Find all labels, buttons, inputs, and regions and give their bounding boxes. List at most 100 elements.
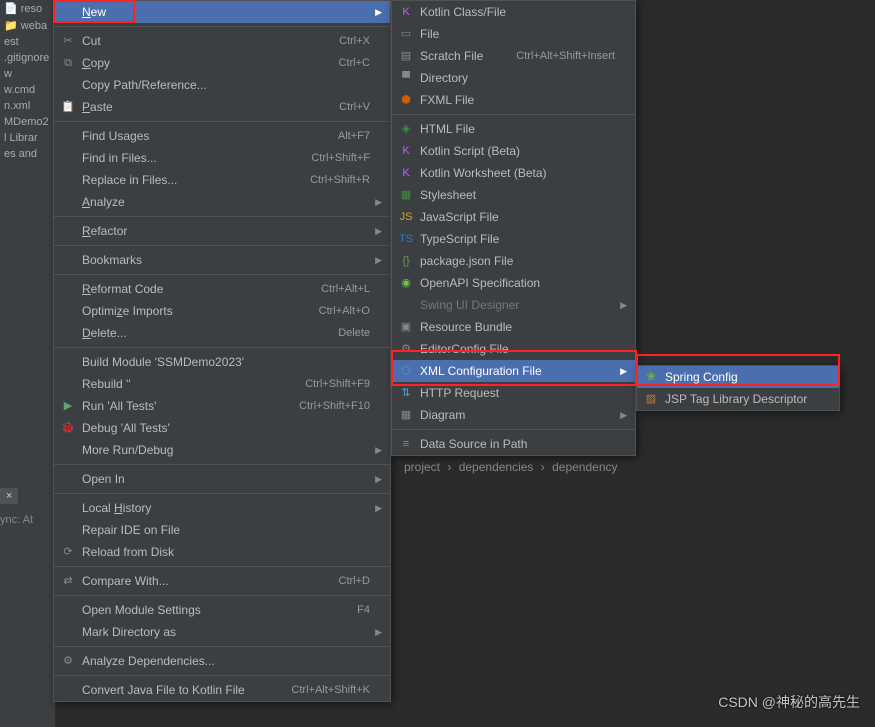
menu-item-label: Reload from Disk (82, 545, 174, 559)
sidebar-item[interactable]: MDemo2 (0, 114, 55, 130)
menu-item-local-history[interactable]: Local History ▶ (54, 497, 390, 519)
spring-icon: ❀ (643, 369, 659, 385)
shortcut-label: Ctrl+Shift+F9 (305, 373, 370, 395)
menu-item-fxml-file[interactable]: ⬢FXML File (392, 89, 635, 111)
menu-item-open-module-settings[interactable]: Open Module Settings F4 (54, 599, 390, 621)
menu-item-diagram[interactable]: ▦Diagram▶ (392, 404, 635, 426)
menu-item-refactor[interactable]: Refactor▶ (54, 220, 390, 242)
menu-separator (54, 566, 390, 567)
html-icon: ◈ (398, 121, 414, 137)
menu-item-mark-directory-as[interactable]: Mark Directory as▶ (54, 621, 390, 643)
menu-item-kotlin-script-beta[interactable]: KKotlin Script (Beta) (392, 140, 635, 162)
shortcut-label: Ctrl+Shift+F10 (299, 395, 370, 417)
menu-item-data-source-in-path[interactable]: ≡Data Source in Path (392, 433, 635, 455)
menu-item-label: FXML File (420, 93, 474, 107)
menu-item-new[interactable]: New▶ (54, 1, 390, 23)
menu-item-label: Directory (420, 71, 468, 85)
sidebar-item[interactable]: n.xml (0, 98, 55, 114)
menu-item-cut[interactable]: ✂CutCtrl+X (54, 30, 390, 52)
menu-item-label: Cut (82, 34, 101, 48)
submenu-arrow-icon: ▶ (375, 497, 382, 519)
menu-item-rebuild-default[interactable]: Rebuild ''Ctrl+Shift+F9 (54, 373, 390, 395)
shortcut-label: Ctrl+V (339, 96, 370, 118)
menu-item-label: Diagram (420, 408, 465, 422)
menu-item-stylesheet[interactable]: ▦Stylesheet (392, 184, 635, 206)
menu-item-reload-from-disk[interactable]: ⟳Reload from Disk (54, 541, 390, 563)
menu-item-javascript-file[interactable]: JSJavaScript File (392, 206, 635, 228)
sidebar-item[interactable]: .gitignore (0, 50, 55, 66)
menu-item-optimize-imports[interactable]: Optimize ImportsCtrl+Alt+O (54, 300, 390, 322)
menu-item-replace-in-files[interactable]: Replace in Files...Ctrl+Shift+R (54, 169, 390, 191)
menu-separator (392, 429, 635, 430)
menu-item-reformat-code[interactable]: Reformat CodeCtrl+Alt+L (54, 278, 390, 300)
menu-item-find-in-files[interactable]: Find in Files...Ctrl+Shift+F (54, 147, 390, 169)
menu-item-kotlin-class-file[interactable]: KKotlin Class/File (392, 1, 635, 23)
menu-item-xml-configuration-file[interactable]: ⬡XML Configuration File▶ (392, 360, 635, 382)
menu-item-label: Analyze Dependencies... (82, 654, 215, 668)
menu-item-label: EditorConfig File (420, 342, 509, 356)
menu-item-swing-ui-designer: Swing UI Designer▶ (392, 294, 635, 316)
menu-item-spring-config[interactable]: ❀ Spring Config (637, 366, 839, 388)
menu-item-label: Swing UI Designer (420, 298, 519, 312)
menu-item-delete[interactable]: Delete...Delete (54, 322, 390, 344)
shortcut-label: Ctrl+Alt+L (321, 278, 370, 300)
shortcut-label: Ctrl+Alt+Shift+Insert (516, 45, 615, 67)
compare-icon: ⇄ (60, 573, 76, 589)
menu-item-jsp-tag-library-descriptor[interactable]: ▧JSP Tag Library Descriptor (637, 388, 839, 410)
menu-item-directory[interactable]: ▀Directory (392, 67, 635, 89)
breadcrumb[interactable]: project › dependencies › dependency (400, 460, 622, 474)
menu-item-label: Bookmarks (82, 253, 142, 267)
menu-separator (54, 493, 390, 494)
menu-item-convert-java-file-to-kotlin-file[interactable]: Convert Java File to Kotlin FileCtrl+Alt… (54, 679, 390, 701)
menu-item-label: Local History (82, 501, 151, 515)
menu-item-package-json-file[interactable]: {}package.json File (392, 250, 635, 272)
sidebar-item[interactable]: es and (0, 146, 55, 162)
menu-item-run-all-tests[interactable]: ▶Run 'All Tests'Ctrl+Shift+F10 (54, 395, 390, 417)
shortcut-label: F4 (357, 599, 370, 621)
sidebar-item[interactable]: l Librar (0, 130, 55, 146)
shortcut-label: Alt+F7 (338, 125, 370, 147)
shortcut-label: Ctrl+C (339, 52, 370, 74)
sidebar-item[interactable]: w.cmd (0, 82, 55, 98)
menu-item-open-in[interactable]: Open In▶ (54, 468, 390, 490)
menu-item-resource-bundle[interactable]: ▣Resource Bundle (392, 316, 635, 338)
menu-item-label: Optimize Imports (82, 304, 173, 318)
submenu-arrow-icon: ▶ (620, 404, 627, 426)
openapi-icon: ◉ (398, 275, 414, 291)
menu-item-debug-all-tests[interactable]: 🐞Debug 'All Tests' (54, 417, 390, 439)
menu-item-html-file[interactable]: ◈HTML File (392, 118, 635, 140)
sidebar-item[interactable]: w (0, 66, 55, 82)
sidebar-item[interactable]: est (0, 34, 55, 50)
menu-item-kotlin-worksheet-beta[interactable]: KKotlin Worksheet (Beta) (392, 162, 635, 184)
menu-item-label: Resource Bundle (420, 320, 512, 334)
sidebar-item[interactable]: 📁 weba (0, 17, 55, 34)
menu-item-editorconfig-file[interactable]: ⚙EditorConfig File (392, 338, 635, 360)
sync-tab[interactable]: × (0, 488, 18, 504)
menu-item-openapi-specification[interactable]: ◉OpenAPI Specification (392, 272, 635, 294)
shortcut-label: Ctrl+Shift+F (311, 147, 370, 169)
menu-item-analyze[interactable]: Analyze▶ (54, 191, 390, 213)
menu-item-typescript-file[interactable]: TSTypeScript File (392, 228, 635, 250)
sidebar-item[interactable]: 📄 reso (0, 0, 55, 17)
menu-item-copy[interactable]: ⧉CopyCtrl+C (54, 52, 390, 74)
menu-item-analyze-dependencies[interactable]: ⚙Analyze Dependencies... (54, 650, 390, 672)
menu-item-label: Spring Config (665, 370, 738, 384)
menu-item-label: Debug 'All Tests' (82, 421, 170, 435)
menu-separator (54, 245, 390, 246)
menu-item-http-request[interactable]: ⇅HTTP Request (392, 382, 635, 404)
menu-item-more-run-debug[interactable]: More Run/Debug▶ (54, 439, 390, 461)
menu-item-paste[interactable]: 📋PasteCtrl+V (54, 96, 390, 118)
menu-item-copy-path-reference[interactable]: Copy Path/Reference... (54, 74, 390, 96)
menu-item-file[interactable]: ▭File (392, 23, 635, 45)
menu-item-compare-with[interactable]: ⇄Compare With...Ctrl+D (54, 570, 390, 592)
js-icon: JS (398, 209, 414, 225)
menu-item-label: Open Module Settings (82, 603, 201, 617)
menu-item-find-usages[interactable]: Find Usages Alt+F7 (54, 125, 390, 147)
menu-item-scratch-file[interactable]: ▤Scratch FileCtrl+Alt+Shift+Insert (392, 45, 635, 67)
menu-item-bookmarks[interactable]: Bookmarks▶ (54, 249, 390, 271)
menu-item-build-module-ssmdemo2023[interactable]: Build Module 'SSMDemo2023' (54, 351, 390, 373)
menu-item-repair-ide-on-file[interactable]: Repair IDE on File (54, 519, 390, 541)
menu-separator (54, 26, 390, 27)
menu-item-label: Find Usages (82, 129, 149, 143)
menu-item-label: Repair IDE on File (82, 523, 180, 537)
